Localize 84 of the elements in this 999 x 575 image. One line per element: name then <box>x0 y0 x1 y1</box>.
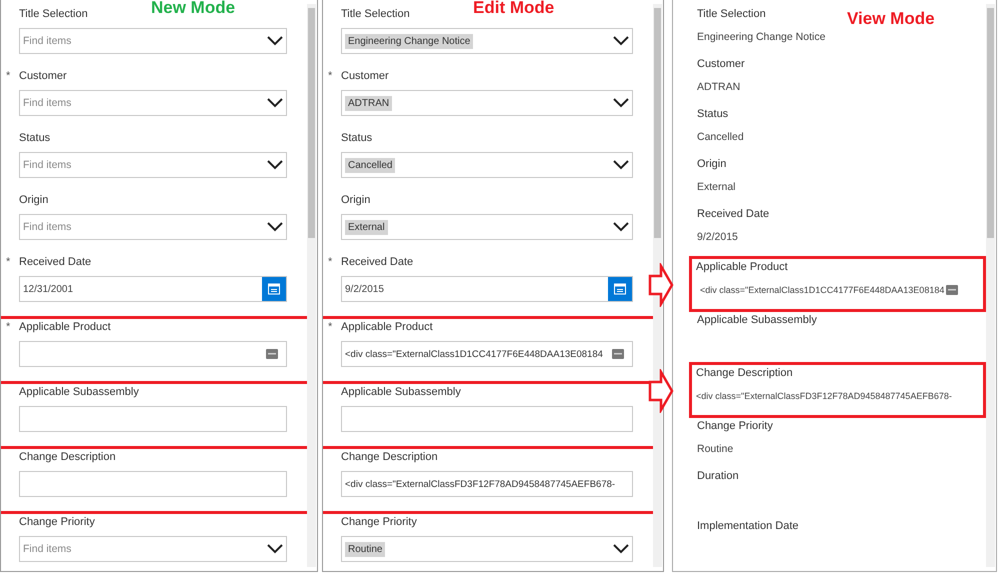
lookup-field[interactable] <box>19 341 287 367</box>
text-field[interactable] <box>341 406 633 432</box>
field-label: Applicable Subassembly <box>341 386 461 398</box>
dropdown-field[interactable]: Find items <box>19 214 287 240</box>
dropdown-field[interactable]: External <box>341 214 633 240</box>
field-value: Engineering Change Notice <box>697 31 826 43</box>
mode-title: New Mode <box>151 0 236 18</box>
chevron-down-icon <box>267 222 283 232</box>
lookup-icon <box>266 349 278 359</box>
calendar-button[interactable] <box>608 277 632 301</box>
field-label: Received Date <box>341 256 414 268</box>
field-label: Applicable Product <box>19 321 111 333</box>
field-label: Implementation Date <box>697 520 798 532</box>
field-value: 9/2/2015 <box>697 231 738 243</box>
field-label: Title Selection <box>19 8 88 20</box>
field-label: Change Description <box>696 367 793 379</box>
field-label: Customer <box>341 70 389 82</box>
field-value: ADTRAN <box>697 81 740 93</box>
chevron-down-icon <box>267 160 283 170</box>
dropdown-field[interactable]: Find items <box>19 90 287 116</box>
field-label: Customer <box>697 58 745 70</box>
field-label: Status <box>19 132 50 144</box>
required-mark: * <box>328 70 332 82</box>
field-label: Status <box>697 108 728 120</box>
scrollbar[interactable] <box>653 4 662 567</box>
lookup-field[interactable]: <div class="ExternalClass1D1CC4177F6E448DAA13E08184 <box>341 341 633 367</box>
field-label: Title Selection <box>341 8 410 20</box>
text-field[interactable]: <div class="ExternalClassFD3F12F78AD9458487745AEFB678- <box>341 471 633 497</box>
field-label: Applicable Subassembly <box>697 314 817 326</box>
dropdown-field[interactable]: Find items <box>19 152 287 178</box>
lookup-icon <box>946 285 958 295</box>
field-label: Duration <box>697 470 739 482</box>
field-label: Applicable Product <box>341 321 433 333</box>
text-field[interactable] <box>19 471 287 497</box>
field-label: Received Date <box>697 208 770 220</box>
scrollbar[interactable] <box>986 4 995 567</box>
mode-title: Edit Mode <box>473 0 554 18</box>
field-label: Customer <box>19 70 67 82</box>
calendar-icon <box>614 283 626 295</box>
field-value: <div class="ExternalClass1D1CC4177F6E448DAA13E08184 <box>700 285 944 295</box>
field-label: Applicable Product <box>696 261 788 273</box>
dropdown-field[interactable]: Find items <box>19 28 287 54</box>
lookup-icon <box>612 349 624 359</box>
field-label: Title Selection <box>697 8 766 20</box>
required-mark: * <box>6 321 10 333</box>
dropdown-field[interactable]: ADTRAN <box>341 90 633 116</box>
field-label: Change Description <box>19 451 116 463</box>
field-value: External <box>697 181 736 193</box>
field-label: Origin <box>19 194 48 206</box>
chevron-down-icon <box>613 36 629 46</box>
field-label: Origin <box>697 158 726 170</box>
required-mark: * <box>328 256 332 268</box>
field-value: Cancelled <box>697 131 744 143</box>
chevron-down-icon <box>267 544 283 554</box>
date-field[interactable]: 9/2/2015 <box>341 276 633 302</box>
dropdown-field[interactable]: Routine <box>341 536 633 562</box>
field-value: <div class="ExternalClassFD3F12F78AD9458487745AEFB678- <box>696 391 952 401</box>
chevron-down-icon <box>267 36 283 46</box>
mode-title: View Mode <box>847 9 935 29</box>
field-label: Status <box>341 132 372 144</box>
required-mark: * <box>6 70 10 82</box>
required-mark: * <box>328 321 332 333</box>
field-label: Change Priority <box>341 516 417 528</box>
scrollbar[interactable] <box>307 4 316 567</box>
chevron-down-icon <box>613 222 629 232</box>
calendar-button[interactable] <box>262 277 286 301</box>
calendar-icon <box>268 283 280 295</box>
field-label: Applicable Subassembly <box>19 386 139 398</box>
field-value: Routine <box>697 443 734 455</box>
chevron-down-icon <box>613 544 629 554</box>
text-field[interactable] <box>19 406 287 432</box>
field-label: Origin <box>341 194 370 206</box>
field-label: Change Description <box>341 451 438 463</box>
chevron-down-icon <box>267 98 283 108</box>
date-field[interactable]: 12/31/2001 <box>19 276 287 302</box>
field-label: Change Priority <box>19 516 95 528</box>
required-mark: * <box>6 256 10 268</box>
chevron-down-icon <box>613 98 629 108</box>
dropdown-field[interactable]: Cancelled <box>341 152 633 178</box>
chevron-down-icon <box>613 160 629 170</box>
field-label: Received Date <box>19 256 92 268</box>
field-label: Change Priority <box>697 420 773 432</box>
dropdown-field[interactable]: Find items <box>19 536 287 562</box>
dropdown-field[interactable]: Engineering Change Notice <box>341 28 633 54</box>
